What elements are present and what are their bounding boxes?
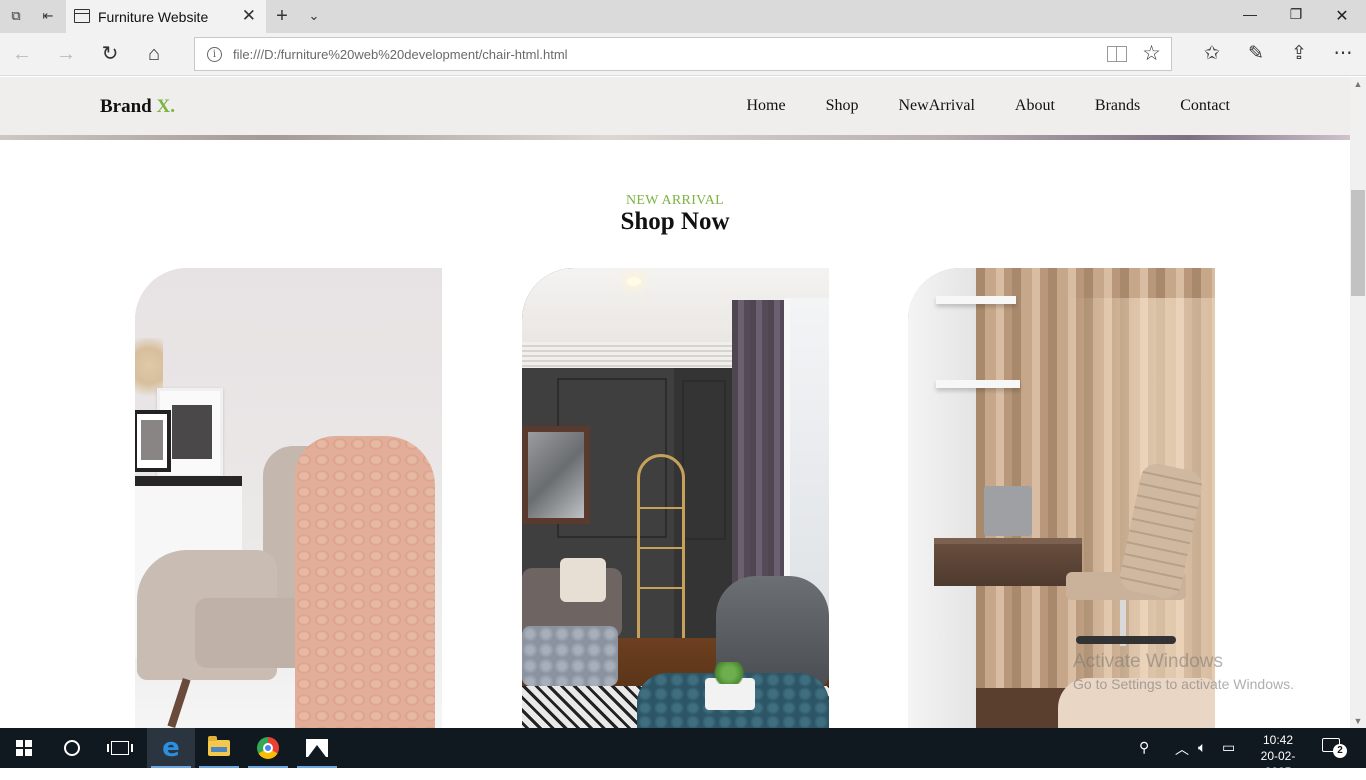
activate-windows-hint: Go to Settings to activate Windows.: [1073, 676, 1294, 692]
page-icon: [74, 9, 90, 23]
task-view-button[interactable]: [96, 728, 144, 768]
cortana-search-button[interactable]: [48, 728, 96, 768]
close-tab-icon[interactable]: ✕: [242, 6, 256, 26]
reading-view-icon[interactable]: [1107, 46, 1127, 62]
product-card-living-room[interactable]: [522, 268, 829, 728]
browser-tab[interactable]: Furniture Website ✕: [66, 0, 266, 33]
brand-accent: X.: [156, 96, 175, 117]
vertical-scrollbar[interactable]: ▲ ▼: [1350, 77, 1366, 728]
section-subtitle: NEW ARRIVAL: [625, 193, 725, 208]
favorite-star-icon[interactable]: ☆: [1142, 41, 1161, 66]
browser-toolbar: ← → ↻ ⌂ i file:///D:/furniture%20web%20d…: [0, 33, 1366, 76]
address-bar[interactable]: i file:///D:/furniture%20web%20developme…: [194, 37, 1172, 71]
task-view-icon: [107, 741, 133, 755]
minimize-icon[interactable]: —: [1240, 6, 1260, 22]
nav-home[interactable]: Home: [746, 97, 785, 115]
url-text[interactable]: file:///D:/furniture%20web%20development…: [233, 47, 568, 62]
forward-arrow-icon[interactable]: →: [54, 43, 78, 65]
activate-windows-watermark: Activate Windows: [1073, 651, 1223, 672]
tab-actions-icon[interactable]: ⧉: [7, 7, 25, 25]
edge-icon: e: [162, 733, 180, 763]
site-nav: Home Shop NewArrival About Brands Contac…: [746, 97, 1230, 115]
home-icon[interactable]: ⌂: [142, 43, 166, 65]
scrollbar-thumb[interactable]: [1351, 190, 1365, 296]
tab-preview-chevron-icon[interactable]: ⌄: [305, 7, 323, 25]
set-aside-tabs-icon[interactable]: ⇤: [39, 7, 57, 25]
browser-tab-bar: ⧉ ⇤ Furniture Website ✕ + ⌄ — ❐ ✕: [0, 0, 1366, 33]
restore-icon[interactable]: ❐: [1286, 6, 1306, 23]
info-icon[interactable]: i: [207, 47, 222, 62]
new-tab-icon[interactable]: +: [273, 5, 291, 27]
favorites-hub-icon[interactable]: ✩: [1200, 42, 1224, 65]
share-icon[interactable]: ⇪: [1287, 42, 1311, 65]
brand-name: Brand: [100, 96, 157, 117]
notification-count: 2: [1333, 744, 1347, 758]
show-hidden-icons-chevron-icon[interactable]: ︿: [1175, 739, 1189, 759]
web-note-pen-icon[interactable]: ✎: [1244, 42, 1268, 65]
nav-contact[interactable]: Contact: [1180, 97, 1230, 115]
start-button[interactable]: [0, 728, 48, 768]
action-center-button[interactable]: 2: [1322, 738, 1347, 758]
clock-date: 20-02-2025: [1260, 749, 1296, 779]
people-icon[interactable]: ⚲: [1139, 739, 1149, 756]
system-clock[interactable]: 10:42 20-02-2025: [1250, 732, 1306, 780]
refresh-icon[interactable]: ↻: [98, 43, 122, 65]
file-explorer-icon: [208, 736, 230, 756]
volume-icon[interactable]: 🔈︎: [1198, 739, 1206, 756]
taskbar-chrome[interactable]: [244, 728, 292, 768]
hero-image-bottom-edge: [0, 135, 1350, 140]
page-viewport: Brand X. Home Shop NewArrival About Bran…: [0, 77, 1350, 728]
windows-logo-icon: [16, 740, 32, 756]
photos-icon: [306, 739, 328, 757]
brand-logo[interactable]: Brand X.: [100, 96, 175, 118]
chrome-icon: [257, 737, 279, 759]
windows-taskbar: e ⚲ ︿ 🔈︎ ▭ 10:42 20-02-2025 2: [0, 728, 1366, 779]
taskbar-edge[interactable]: e: [147, 728, 195, 768]
back-arrow-icon[interactable]: ←: [10, 43, 34, 65]
nav-new-arrival[interactable]: NewArrival: [898, 97, 974, 115]
scroll-up-icon[interactable]: ▲: [1350, 79, 1366, 89]
close-window-icon[interactable]: ✕: [1332, 6, 1352, 26]
section-title: Shop Now: [620, 208, 730, 235]
nav-brands[interactable]: Brands: [1095, 97, 1140, 115]
scroll-down-icon[interactable]: ▼: [1350, 716, 1366, 726]
more-options-icon[interactable]: ⋯: [1331, 42, 1355, 65]
taskbar-file-explorer[interactable]: [195, 728, 243, 768]
tab-title: Furniture Website: [98, 9, 209, 25]
product-card-armchair[interactable]: [135, 268, 442, 728]
nav-shop[interactable]: Shop: [826, 97, 859, 115]
cortana-circle-icon: [64, 740, 80, 756]
site-header: Brand X. Home Shop NewArrival About Bran…: [0, 77, 1350, 135]
clock-time: 10:42: [1262, 733, 1294, 747]
battery-icon[interactable]: ▭: [1222, 739, 1235, 756]
nav-about[interactable]: About: [1015, 97, 1055, 115]
taskbar-photos[interactable]: [293, 728, 341, 768]
